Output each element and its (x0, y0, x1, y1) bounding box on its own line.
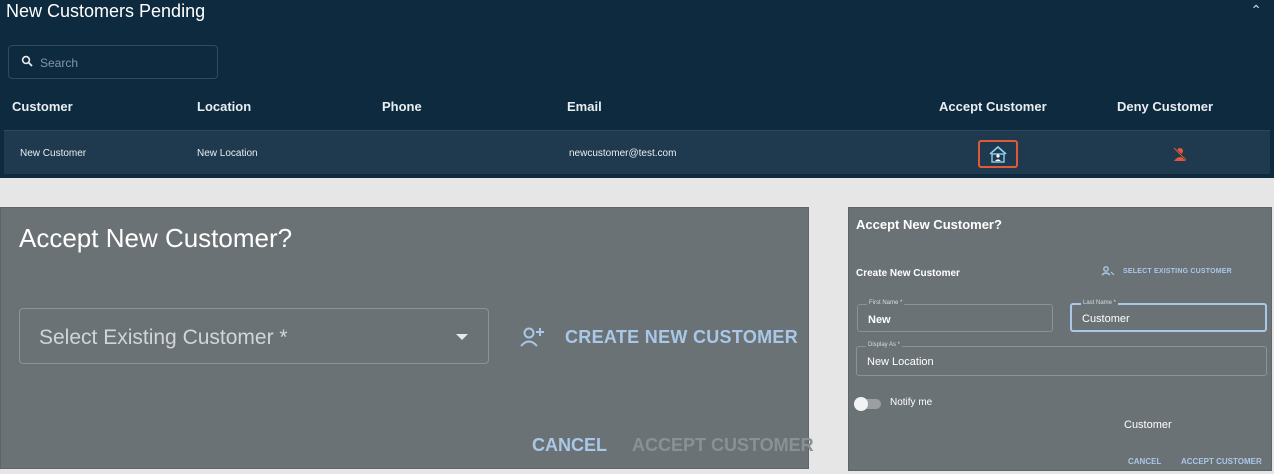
first-name-field[interactable]: First Name * New (857, 300, 1053, 332)
column-header-phone[interactable]: Phone (382, 99, 422, 114)
toggle-knob (854, 397, 868, 411)
column-header-email[interactable]: Email (567, 99, 602, 114)
select-existing-customer-button[interactable]: SELECT EXISTING CUSTOMER (1101, 266, 1232, 276)
deny-customer-button[interactable] (1170, 144, 1190, 164)
select-existing-label: Select Existing Customer * (39, 326, 288, 349)
customer-text: Customer (1124, 419, 1172, 431)
last-name-label: Last Name * (1081, 300, 1119, 306)
cancel-button[interactable]: CANCEL (532, 435, 607, 456)
person-search-icon (1101, 266, 1115, 276)
notify-toggle[interactable] (854, 397, 881, 411)
dialog-title: Accept New Customer? (19, 223, 293, 253)
column-header-deny: Deny Customer (1117, 99, 1214, 114)
create-customer-dialog: Accept New Customer? Create New Customer… (848, 207, 1272, 471)
notify-label: Notify me (890, 397, 933, 408)
dialog-title: Accept New Customer? (856, 217, 1002, 232)
home-person-icon (989, 145, 1007, 163)
table-row[interactable]: New Customer New Location newcustomer@te… (4, 130, 1270, 174)
accept-customer-dialog: Accept New Customer? Select Existing Cus… (0, 207, 814, 469)
pending-customers-panel: New Customers Pending ⌃ Search Customer … (0, 0, 1274, 178)
display-as-field[interactable]: Display As * New Location (856, 342, 1267, 376)
cell-email: newcustomer@test.com (569, 148, 677, 159)
create-new-customer-label: CREATE NEW CUSTOMER (565, 326, 799, 347)
last-name-field[interactable]: Last Name * Customer (1070, 300, 1267, 332)
display-as-label: Display As * (866, 342, 903, 348)
cell-location: New Location (197, 148, 258, 159)
chevron-up-icon[interactable]: ⌃ (1250, 2, 1262, 19)
select-existing-customer-dropdown[interactable]: Select Existing Customer * (19, 308, 489, 364)
cancel-button[interactable]: CANCEL (1128, 457, 1161, 466)
accept-customer-button-disabled[interactable]: ACCEPT CUSTOMER (632, 435, 814, 456)
create-new-customer-button[interactable]: CREATE NEW CUSTOMER (519, 324, 798, 350)
select-existing-customer-label: SELECT EXISTING CUSTOMER (1123, 267, 1232, 275)
search-placeholder: Search (40, 56, 79, 70)
search-icon (21, 55, 33, 67)
last-name-value: Customer (1082, 313, 1130, 325)
accept-customer-button[interactable] (978, 140, 1018, 168)
panel-title: New Customers Pending (6, 1, 206, 21)
dialog-subtitle: Create New Customer (856, 268, 960, 279)
column-header-accept: Accept Customer (939, 99, 1047, 114)
column-header-location[interactable]: Location (197, 99, 251, 114)
person-add-icon (520, 327, 544, 347)
column-header-customer[interactable]: Customer (12, 99, 73, 114)
first-name-value: New (868, 314, 891, 326)
search-input[interactable]: Search (8, 45, 218, 79)
cell-customer: New Customer (20, 148, 87, 159)
caret-down-icon (456, 334, 468, 340)
accept-customer-button[interactable]: ACCEPT CUSTOMER (1181, 457, 1262, 466)
display-as-value: New Location (867, 356, 934, 368)
first-name-label: First Name * (867, 300, 905, 306)
person-off-icon (1173, 147, 1187, 161)
